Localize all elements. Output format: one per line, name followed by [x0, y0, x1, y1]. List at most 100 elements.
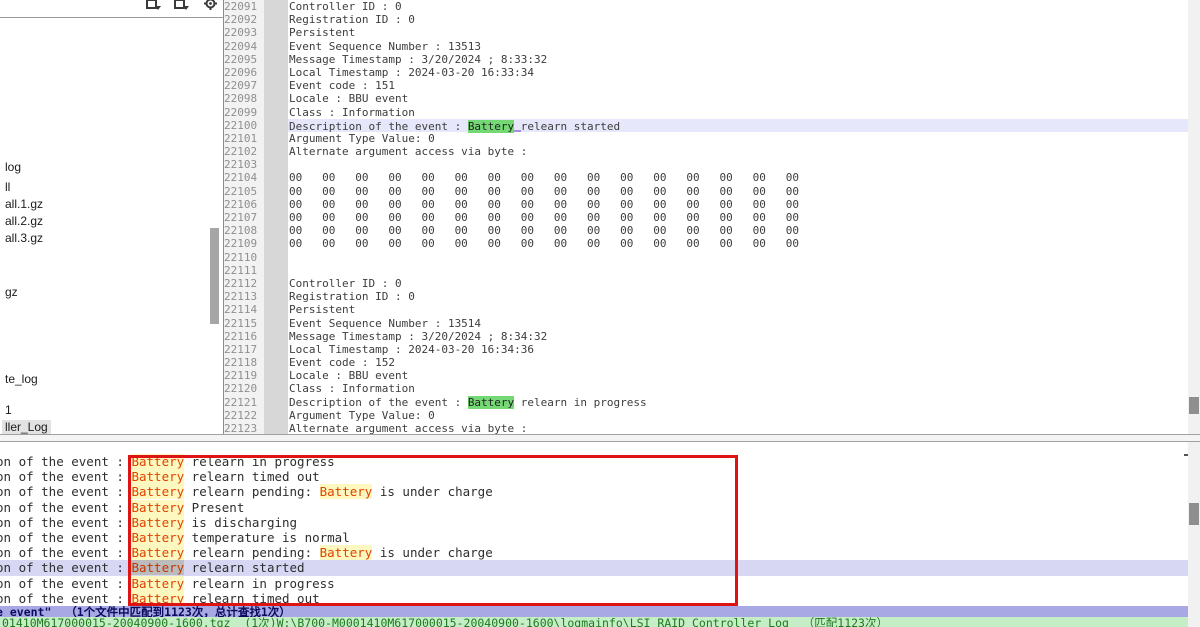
- editor-line[interactable]: 22101Argument Type Value: 0: [224, 132, 1200, 145]
- line-number: 22114: [224, 303, 257, 316]
- line-number: 22105: [224, 185, 257, 198]
- editor-line[interactable]: 22104 00 00 00 00 00 00 00 00 00 00 00 00…: [224, 171, 1200, 184]
- results-scrollbar[interactable]: [1188, 442, 1200, 627]
- line-text-segment: Persistent: [289, 303, 355, 316]
- result-prefix: on of the event :: [0, 484, 131, 499]
- line-number: 22106: [224, 198, 257, 211]
- line-number: 22113: [224, 290, 257, 303]
- editor-line[interactable]: 22119Locale : BBU event: [224, 369, 1200, 382]
- line-number: 22100: [224, 119, 257, 132]
- editor-line[interactable]: 2210700 00 00 00 00 00 00 00 00 00 00 00…: [224, 211, 1200, 224]
- editor-line[interactable]: 22113Registration ID : 0: [224, 290, 1200, 303]
- editor-line[interactable]: 22120Class : Information: [224, 382, 1200, 395]
- line-number: 22104: [224, 171, 257, 184]
- line-text: Description of the event : Battery relea…: [289, 396, 647, 409]
- editor-line[interactable]: 22122Argument Type Value: 0: [224, 409, 1200, 422]
- line-number: 22098: [224, 92, 257, 105]
- line-text: Class : Information: [289, 106, 415, 119]
- editor-line[interactable]: 22094Event Sequence Number : 13513: [224, 40, 1200, 53]
- panel-splitter[interactable]: [0, 434, 1200, 442]
- locate-file-icon[interactable]: [203, 0, 219, 12]
- line-text: Controller ID : 0: [289, 0, 402, 13]
- editor-line[interactable]: 22118Event code : 152: [224, 356, 1200, 369]
- tree-item[interactable]: te_log: [2, 372, 41, 386]
- editor-line[interactable]: 22099 Class : Information: [224, 106, 1200, 119]
- search-results-panel: × on of the event : Battery relearn in p…: [0, 442, 1200, 627]
- line-text-segment: Alternate argument access via byte :: [289, 145, 534, 158]
- line-text-segment: Event code : 152: [289, 356, 395, 369]
- tree-item[interactable]: all.2.gz: [2, 214, 46, 228]
- editor-line[interactable]: 2210600 00 00 00 00 00 00 00 00 00 00 00…: [224, 198, 1200, 211]
- editor-line[interactable]: 22098 Locale : BBU event: [224, 92, 1200, 105]
- editor-line[interactable]: 22095Message Timestamp : 3/20/2024 ; 8:3…: [224, 53, 1200, 66]
- tree-item[interactable]: ll: [2, 180, 13, 194]
- line-number: 22110: [224, 251, 257, 264]
- results-scrollbar-thumb[interactable]: [1189, 503, 1199, 525]
- line-text: Persistent: [289, 303, 355, 316]
- editor-line[interactable]: 22117Local Timestamp : 2024-03-20 16:34:…: [224, 343, 1200, 356]
- result-prefix: on of the event :: [0, 545, 131, 560]
- editor-line[interactable]: 22096Local Timestamp : 2024-03-20 16:33:…: [224, 66, 1200, 79]
- folder-sync-icon-2[interactable]: [174, 0, 190, 12]
- line-text-segment: relearn started: [521, 120, 620, 133]
- result-prefix: on of the event :: [0, 469, 131, 484]
- line-number: 22097: [224, 79, 257, 92]
- tree-item[interactable]: log: [2, 160, 24, 174]
- tree-scrollbar-thumb[interactable]: [210, 228, 219, 324]
- tree-item[interactable]: all.3.gz: [2, 231, 46, 245]
- line-number: 22099: [224, 106, 257, 119]
- battery-highlight: Battery: [468, 120, 514, 133]
- editor-line[interactable]: 22121 Description of the event : Battery …: [224, 396, 1200, 409]
- editor-line[interactable]: 22100Description of the event : Batteryr…: [224, 119, 1200, 132]
- folder-sync-icon[interactable]: [146, 0, 162, 12]
- line-text: 00 00 00 00 00 00 00 00 00 00 00 00 00 0…: [289, 224, 799, 237]
- result-prefix: on of the event :: [0, 591, 131, 606]
- line-text: Alternate argument access via byte :: [289, 145, 534, 158]
- annotation-red-box: [128, 455, 738, 606]
- line-text-segment: Persistent: [289, 26, 355, 39]
- editor-line[interactable]: 22116Message Timestamp : 3/20/2024 ; 8:3…: [224, 330, 1200, 343]
- editor-line[interactable]: 22102Alternate argument access via byte …: [224, 145, 1200, 158]
- line-number: 22091: [224, 0, 257, 13]
- editor-line[interactable]: 22097 Event code : 151: [224, 79, 1200, 92]
- editor-line[interactable]: 22111: [224, 264, 1200, 277]
- line-text-segment: Event Sequence Number : 13514: [289, 317, 481, 330]
- line-text-segment: Registration ID : 0: [289, 13, 415, 26]
- editor-line[interactable]: 2210900 00 00 00 00 00 00 00 00 00 00 00…: [224, 237, 1200, 250]
- line-text-segment: 00 00 00 00 00 00 00 00 00 00 00 00 00 0…: [289, 224, 799, 237]
- line-text-segment: Controller ID : 0: [289, 277, 402, 290]
- editor-line[interactable]: 22114 Persistent: [224, 303, 1200, 316]
- editor-line[interactable]: 22093 Persistent: [224, 26, 1200, 39]
- tree-item[interactable]: ller_Log: [2, 420, 51, 434]
- line-text: Class : Information: [289, 382, 415, 395]
- line-number: 22121: [224, 396, 257, 409]
- editor-line[interactable]: 22112 Controller ID : 0: [224, 277, 1200, 290]
- editor-line[interactable]: 2210800 00 00 00 00 00 00 00 00 00 00 00…: [224, 224, 1200, 237]
- tree-item[interactable]: all.1.gz: [2, 197, 46, 211]
- line-text: 00 00 00 00 00 00 00 00 00 00 00 00 00 0…: [289, 185, 799, 198]
- explorer-panel: log ll all.1.gz all.2.gz all.3.gz gz te_log 1 ll…: [0, 0, 224, 435]
- result-prefix: on of the event :: [0, 530, 131, 545]
- line-number: 22103: [224, 158, 257, 171]
- line-text-segment: 00 00 00 00 00 00 00 00 00 00 00 00 00 0…: [289, 171, 799, 184]
- line-text-segment: Description of the event :: [289, 396, 468, 409]
- editor-line[interactable]: 22092Registration ID : 0: [224, 13, 1200, 26]
- tree-item[interactable]: 1: [2, 403, 15, 417]
- line-number: 22112: [224, 277, 257, 290]
- log-editor[interactable]: 22091Controller ID : 022092Registration …: [224, 0, 1200, 435]
- editor-line[interactable]: 22091 Controller ID : 0: [224, 0, 1200, 13]
- line-number: 22093: [224, 26, 257, 39]
- editor-scrollbar-thumb[interactable]: [1189, 397, 1199, 414]
- tree-item[interactable]: gz: [2, 285, 21, 299]
- editor-line[interactable]: 22110: [224, 251, 1200, 264]
- editor-line[interactable]: 22115Event Sequence Number : 13514: [224, 317, 1200, 330]
- editor-line[interactable]: 22103: [224, 158, 1200, 171]
- editor-line[interactable]: 22105 00 00 00 00 00 00 00 00 00 00 00 00…: [224, 185, 1200, 198]
- line-number: 22117: [224, 343, 257, 356]
- results-file-row[interactable]: 01410M617000015-20040900-1600.tgz (1次)W:…: [0, 617, 1200, 627]
- line-text-segment: Locale : BBU event: [289, 92, 408, 105]
- editor-scrollbar[interactable]: [1188, 0, 1200, 435]
- line-number: 22116: [224, 330, 257, 343]
- line-number: 22094: [224, 40, 257, 53]
- line-text: Event code : 151: [289, 79, 395, 92]
